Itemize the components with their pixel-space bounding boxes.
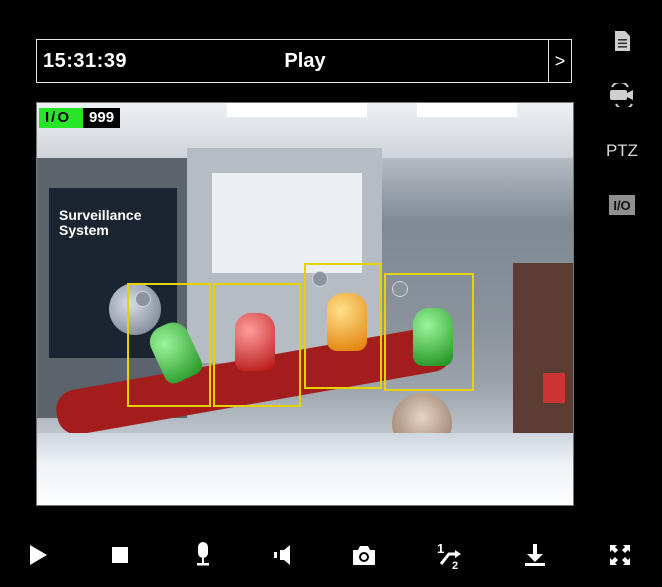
download-icon [525,544,545,566]
detection-marker [312,271,328,287]
playback-status-bar: 15:31:39 Play > [36,39,572,83]
poster-title: Surveillance [59,207,142,223]
fullscreen-icon [610,545,630,565]
speaker-button[interactable] [264,535,304,575]
download-button[interactable] [515,535,555,575]
chevron-right-icon: > [554,50,566,71]
io-button[interactable]: I/O [598,188,646,222]
detection-box[interactable] [384,273,474,391]
stop-icon [112,547,128,563]
play-button[interactable] [18,535,58,575]
camera-switch-icon [610,83,633,107]
microphone-icon [197,542,209,566]
io-status-badge: I/O 999 [39,108,121,128]
next-button[interactable]: > [548,40,571,82]
video-viewport[interactable]: Surveillance System [36,102,574,506]
ptz-label: PTZ [605,141,639,160]
play-icon [30,545,47,565]
detection-box[interactable] [304,263,382,389]
ceiling-light [227,103,367,117]
ptz-button[interactable]: PTZ [598,134,646,168]
io-icon: I/O [609,195,635,215]
playback-mode-label: Play [284,50,326,72]
poster-subtitle: System [59,222,109,238]
detection-marker [392,281,408,297]
desk-surface [37,433,573,505]
detection-marker [135,291,151,307]
detection-box[interactable] [127,283,211,407]
snapshot-camera-icon [353,546,375,565]
snapshot-button[interactable] [344,535,384,575]
camera-switch-button[interactable] [598,78,646,112]
detection-box[interactable] [213,283,301,407]
window [212,173,362,273]
document-button[interactable] [598,24,646,58]
playback-toolbar: 1 2 [0,530,662,587]
microphone-button[interactable] [183,535,223,575]
io-counter: 999 [83,108,121,128]
fullscreen-button[interactable] [600,535,640,575]
stop-button[interactable] [100,535,140,575]
io-indicator: I/O [39,108,84,128]
playback-speed-button[interactable]: 1 2 [430,535,470,575]
half-speed-icon: 1 2 [437,541,461,570]
document-icon [615,31,630,51]
svg-text:1: 1 [437,541,444,556]
speaker-icon [274,545,290,565]
ceiling-light [417,103,517,117]
svg-text:2: 2 [452,560,458,570]
red-box [543,373,565,403]
